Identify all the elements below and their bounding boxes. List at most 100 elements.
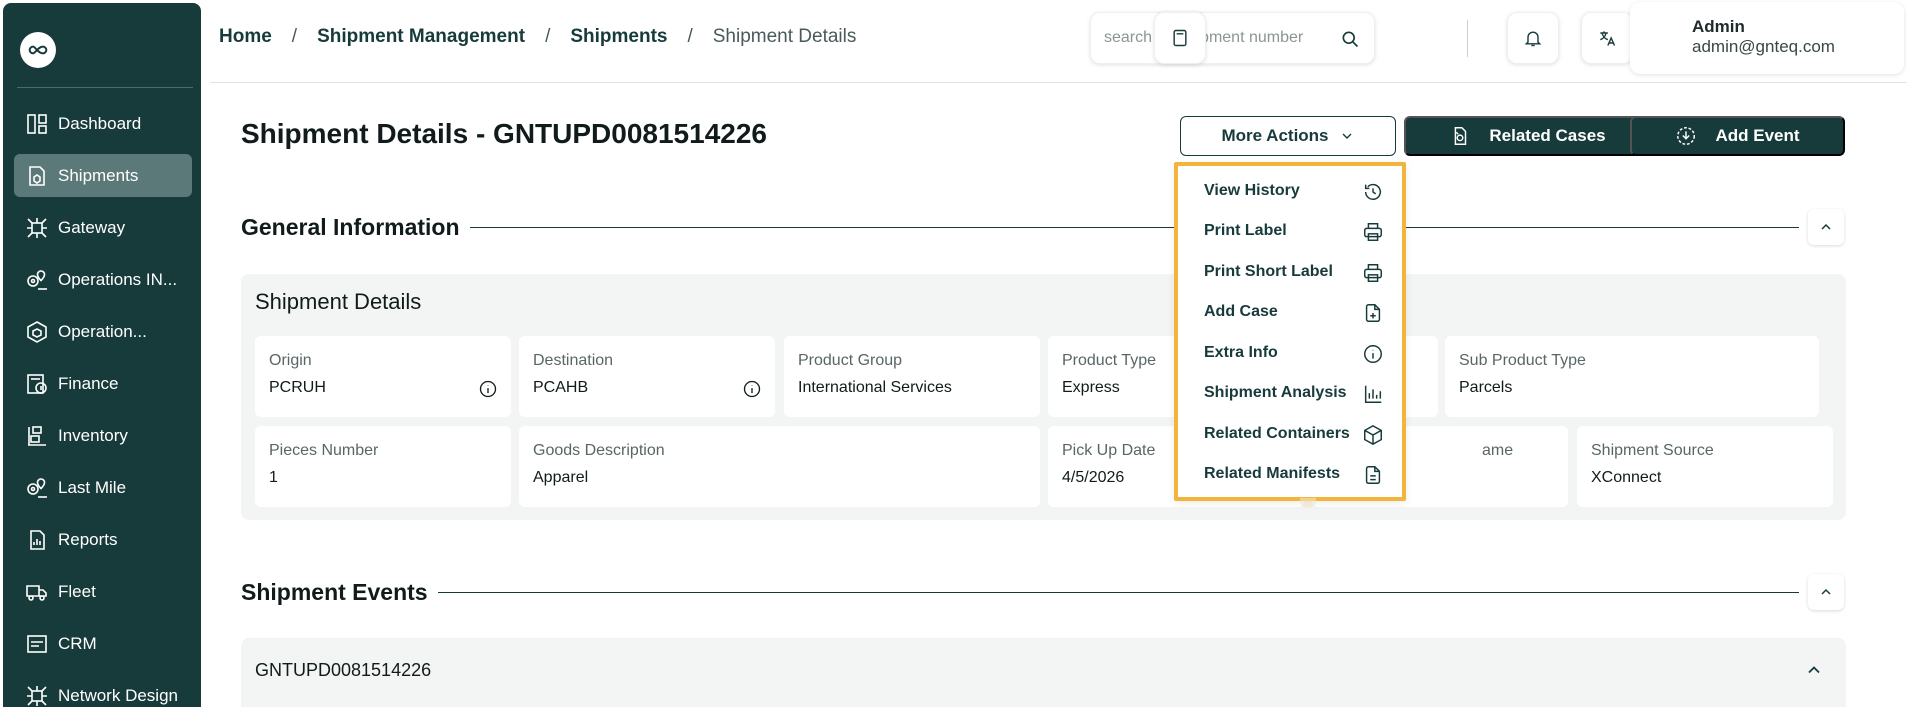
sidebar: Dashboard Shipments Gateway Operations I…	[3, 3, 201, 707]
field-label: Product Group	[798, 352, 903, 369]
sidebar-item-inventory[interactable]: Inventory	[14, 414, 192, 457]
sidebar-item-last-mile[interactable]: Last Mile	[14, 466, 192, 509]
sidebar-item-dashboard[interactable]: Dashboard	[14, 102, 192, 145]
analysis-chart-icon	[1362, 383, 1384, 405]
field-label: ame	[1482, 442, 1514, 459]
shipment-details-card: Shipment Details Origin PCRUH Destinatio…	[241, 274, 1846, 520]
menu-item-view-history[interactable]: View History	[1204, 176, 1384, 206]
breadcrumb-current: Shipment Details	[712, 26, 857, 47]
sidebar-item-network-design[interactable]: Network Design	[14, 674, 192, 707]
sidebar-item-crm[interactable]: CRM	[14, 622, 192, 665]
menu-item-print-short-label[interactable]: Print Short Label	[1204, 257, 1384, 287]
field-goods-description: Goods Description Apparel	[519, 426, 1040, 507]
search-input[interactable]	[1104, 29, 1329, 47]
menu-item-print-label[interactable]: Print Label	[1204, 216, 1384, 246]
sidebar-item-finance[interactable]: Finance	[14, 362, 192, 405]
add-case-icon	[1362, 302, 1384, 324]
language-button[interactable]	[1581, 12, 1633, 64]
sidebar-item-gateway[interactable]: Gateway	[14, 206, 192, 249]
general-info-collapse-button[interactable]	[1808, 209, 1844, 245]
event-group-row[interactable]: GNTUPD0081514226	[241, 638, 1846, 707]
network-design-icon	[24, 683, 50, 707]
general-info-header: General Information	[241, 214, 1845, 241]
sidebar-item-operations-in[interactable]: Operations IN...	[14, 258, 192, 301]
sidebar-item-reports[interactable]: Reports	[14, 518, 192, 561]
general-info-title: General Information	[241, 214, 460, 240]
sidebar-item-label: Operations IN...	[58, 269, 178, 289]
sidebar-nav: Dashboard Shipments Gateway Operations I…	[14, 102, 192, 707]
shipment-details-title: Shipment Details	[255, 289, 422, 314]
field-value: PCRUH	[269, 379, 326, 396]
chevron-up-icon[interactable]	[1804, 660, 1824, 680]
sidebar-item-label: Reports	[58, 529, 118, 549]
breadcrumb-separator: /	[545, 26, 551, 47]
field-value: XConnect	[1591, 469, 1662, 486]
info-icon	[1362, 343, 1384, 365]
fleet-icon	[24, 579, 50, 605]
menu-item-label: View History	[1204, 182, 1300, 199]
chevron-up-icon	[1821, 223, 1831, 230]
breadcrumb-home[interactable]: Home	[219, 26, 272, 48]
field-product-group: Product Group International Services	[784, 336, 1040, 417]
app-logo[interactable]	[20, 32, 56, 68]
more-actions-label: More Actions	[1221, 126, 1329, 145]
breadcrumb-shipment-management[interactable]: Shipment Management	[317, 26, 525, 48]
reports-icon	[24, 527, 50, 553]
bell-icon	[1524, 31, 1542, 47]
sidebar-item-label: Finance	[58, 373, 119, 393]
sidebar-item-label: Last Mile	[58, 477, 127, 497]
field-label: Product Type	[1062, 352, 1156, 369]
field-value: 1	[269, 469, 278, 486]
calculator-button[interactable]	[1154, 12, 1206, 64]
sidebar-item-operation[interactable]: Operation...	[14, 310, 192, 353]
sidebar-item-label: Fleet	[58, 581, 96, 601]
notifications-button[interactable]	[1507, 12, 1559, 64]
sidebar-item-shipments[interactable]: Shipments	[14, 154, 192, 197]
sidebar-item-label: Shipments	[58, 165, 139, 185]
menu-item-label: Shipment Analysis	[1204, 384, 1347, 401]
menu-item-label: Print Label	[1204, 222, 1287, 239]
printer-icon	[1362, 262, 1384, 284]
printer-icon	[1362, 221, 1384, 243]
finance-icon	[24, 371, 50, 397]
sidebar-item-label: Gateway	[58, 217, 126, 237]
origin-info-icon[interactable]	[478, 379, 498, 399]
menu-item-related-manifests[interactable]: Related Manifests	[1204, 459, 1384, 489]
search-icon[interactable]	[1340, 29, 1360, 49]
section-divider-line	[437, 591, 1799, 594]
infinity-logo-icon	[28, 45, 48, 55]
field-origin: Origin PCRUH	[255, 336, 511, 417]
field-label: Goods Description	[533, 442, 665, 459]
field-value: Express	[1062, 379, 1120, 396]
menu-item-shipment-analysis[interactable]: Shipment Analysis	[1204, 378, 1384, 408]
shipment-events-title: Shipment Events	[241, 579, 428, 605]
related-cases-button[interactable]: Related Cases	[1404, 116, 1651, 156]
menu-item-label: Related Containers	[1204, 425, 1350, 442]
field-label: Destination	[533, 352, 614, 369]
shipment-events-collapse-button[interactable]	[1808, 574, 1844, 610]
breadcrumb-separator: /	[687, 26, 693, 47]
menu-item-related-containers[interactable]: Related Containers	[1204, 419, 1384, 449]
operation-icon	[24, 319, 50, 345]
menu-item-extra-info[interactable]: Extra Info	[1204, 338, 1384, 368]
sidebar-item-label: CRM	[58, 633, 97, 653]
menu-item-add-case[interactable]: Add Case	[1204, 297, 1384, 327]
top-bar: Home / Shipment Management / Shipments /…	[210, 0, 1907, 83]
field-label: Sub Product Type	[1459, 352, 1586, 369]
sidebar-item-fleet[interactable]: Fleet	[14, 570, 192, 613]
field-label: Shipment Source	[1591, 442, 1714, 459]
menu-item-label: Extra Info	[1204, 344, 1278, 361]
breadcrumb-shipments[interactable]: Shipments	[570, 26, 667, 48]
field-value: PCAHB	[533, 379, 589, 396]
inventory-icon	[24, 423, 50, 449]
menu-item-label: Print Short Label	[1204, 263, 1333, 280]
field-label: Pieces Number	[269, 442, 379, 459]
topbar-divider	[1467, 20, 1468, 57]
more-actions-button[interactable]: More Actions	[1180, 116, 1396, 156]
add-event-button[interactable]: Add Event	[1630, 116, 1845, 156]
destination-info-icon[interactable]	[742, 379, 762, 399]
field-shipment-source: Shipment Source XConnect	[1577, 426, 1833, 507]
breadcrumb: Home / Shipment Management / Shipments /…	[219, 26, 856, 48]
app-root: Dashboard Shipments Gateway Operations I…	[0, 0, 1907, 707]
gateway-icon	[24, 215, 50, 241]
